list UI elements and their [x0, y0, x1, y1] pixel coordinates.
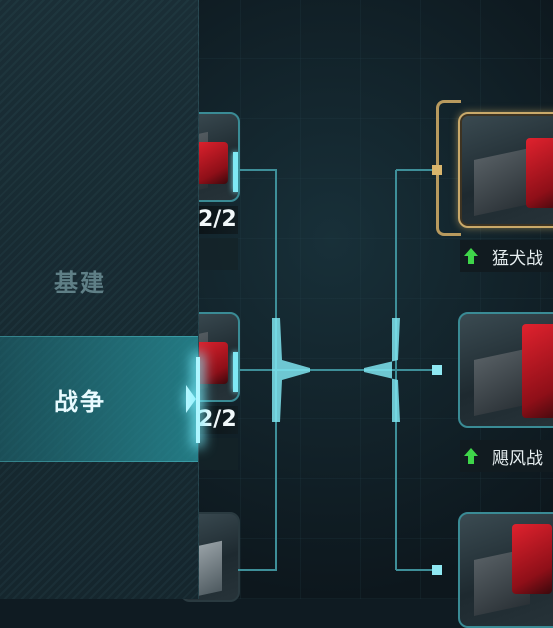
- count-strip: [198, 238, 238, 270]
- count-strip: [198, 438, 238, 470]
- category-sidebar: 基建 战争: [0, 0, 200, 599]
- unit-count: 2/2: [198, 406, 238, 434]
- tab-infrastructure[interactable]: 基建: [0, 252, 198, 308]
- tab-war[interactable]: 战争: [0, 336, 200, 462]
- tab-label: 战争: [54, 386, 106, 416]
- tab-label: 基建: [54, 267, 106, 297]
- unit-count: 2/2: [198, 206, 238, 234]
- chevron-right-icon: [186, 385, 196, 413]
